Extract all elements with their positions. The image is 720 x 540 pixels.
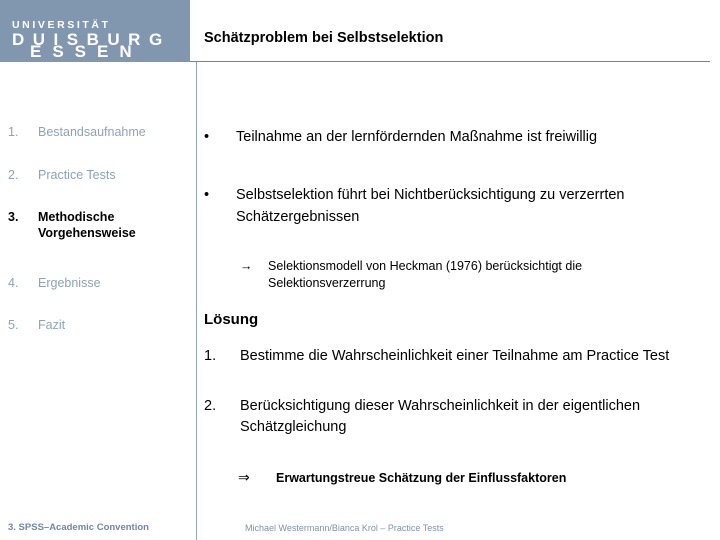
arrow-note-text: Selektionsmodell von Heckman (1976) berü… — [268, 259, 583, 290]
right-arrow-icon: → — [240, 259, 253, 273]
sidebar-item-number: 5. — [8, 318, 19, 332]
sidebar-item-number: 1. — [8, 125, 19, 139]
sidebar-item-number: 2. — [8, 168, 19, 182]
content-bullet: • Teilnahme an der lernfördernden Maßnah… — [204, 126, 704, 148]
sidebar-item-fazit[interactable]: 5. Fazit — [8, 317, 188, 333]
arrow-note: → Selektionsmodell von Heckman (1976) be… — [240, 258, 700, 292]
bullet-point-icon: • — [204, 187, 210, 203]
list-item: 1. Bestimme die Wahrscheinlichkeit einer… — [204, 346, 704, 367]
agenda-sidebar: 1. Bestandsaufnahme 2. Practice Tests 3. Me… — [0, 62, 196, 502]
bullet-point-icon: • — [204, 129, 210, 145]
sidebar-item-bestandsaufnahme[interactable]: 1. Bestandsaufnahme — [8, 124, 188, 140]
sidebar-item-label: Bestandsaufnahme — [38, 125, 146, 139]
conclusion-statement: ⇒ Erwartungstreue Schätzung der Einfluss… — [238, 469, 708, 487]
conclusion-text: Erwartungstreue Schätzung der Einflussfa… — [276, 471, 567, 485]
solution-heading: Lösung — [204, 311, 259, 328]
list-item-text: Bestimme die Wahrscheinlichkeit einer Te… — [240, 348, 670, 364]
sidebar-item-practice-tests[interactable]: 2. Practice Tests — [8, 167, 188, 183]
list-item-number: 2. — [204, 398, 217, 414]
sidebar-item-number: 3. — [8, 210, 19, 224]
sidebar-item-ergebnisse[interactable]: 4. Ergebnisse — [8, 275, 188, 291]
sidebar-item-number: 4. — [8, 276, 19, 290]
sidebar-divider-line — [196, 62, 197, 540]
sidebar-item-label: Methodische Vorgehensweise — [38, 210, 136, 240]
sidebar-item-label: Ergebnisse — [38, 276, 101, 290]
list-item-number: 1. — [204, 348, 217, 364]
double-right-arrow-icon: ⇒ — [238, 469, 250, 485]
sidebar-item-methodische-vorgehensweise[interactable]: 3. Methodische Vorgehensweise — [8, 209, 188, 241]
list-item: 2. Berücksichtigung dieser Wahrscheinlic… — [204, 396, 704, 438]
header-divider-rule — [190, 61, 710, 62]
sidebar-item-label: Practice Tests — [38, 168, 116, 182]
sidebar-item-label: Fazit — [38, 318, 66, 332]
content-bullet-text: Selbstselektion führt bei Nichtberücksic… — [236, 187, 625, 225]
logo-line-essen: ESSEN — [30, 42, 143, 61]
slide-title: Schätzproblem bei Selbstselektion — [204, 30, 444, 46]
footer-event-label: 3. SPSS–Academic Convention — [8, 522, 149, 533]
footer-authors-label: Michael Westermann/Bianca Krol – Practic… — [245, 523, 444, 533]
university-logo-block: UNIVERSITÄT DUISBURG ESSEN — [0, 0, 190, 62]
content-bullet-text: Teilnahme an der lernfördernden Maßnahme… — [236, 129, 598, 145]
content-bullet: • Selbstselektion führt bei Nichtberücks… — [204, 184, 704, 228]
list-item-text: Berücksichtigung dieser Wahrscheinlichke… — [240, 398, 641, 435]
